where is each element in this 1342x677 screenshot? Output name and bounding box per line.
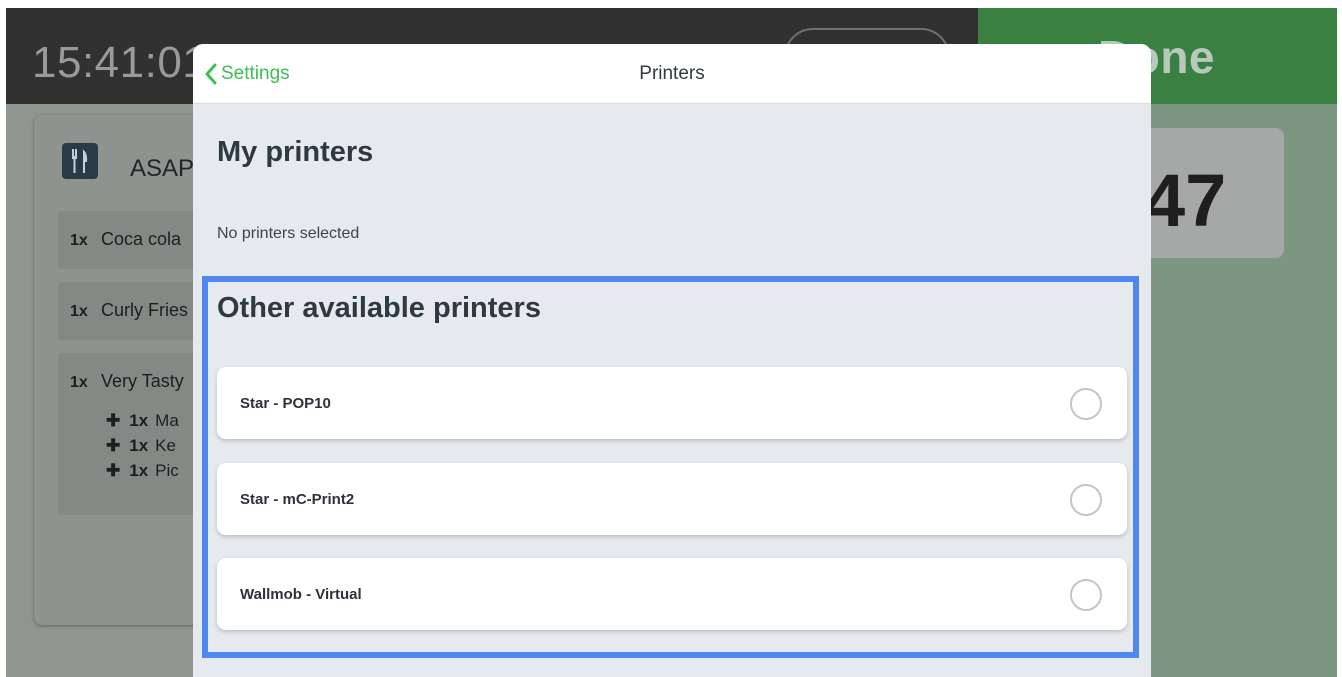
printer-row-wallmob-virtual[interactable]: Wallmob - Virtual <box>217 558 1127 630</box>
modifier-name: Ma <box>155 411 179 430</box>
printer-name: Star - POP10 <box>240 395 331 412</box>
order-line-name: Very Tasty <box>101 371 184 391</box>
clock: 15:41:01 <box>32 38 208 87</box>
printers-modal: Settings Printers My printers No printer… <box>193 44 1151 677</box>
printer-name: Wallmob - Virtual <box>240 586 362 603</box>
modifier-line: ✚ 1x Ma <box>106 411 179 431</box>
order-line-name: Curly Fries <box>101 300 189 320</box>
plus-icon: ✚ <box>106 411 121 430</box>
modifier-qty: 1x <box>129 411 149 430</box>
no-printers-text: No printers selected <box>217 225 360 242</box>
plus-icon: ✚ <box>106 461 121 480</box>
printer-row-star-mc-print2[interactable]: Star - mC-Print2 <box>217 463 1127 535</box>
order-line-qty: 1x <box>70 374 88 391</box>
printer-row-star-pop10[interactable]: Star - POP10 <box>217 367 1127 439</box>
other-printers-heading: Other available printers <box>217 292 541 324</box>
app-screen: 15:41:01 Done 47 ASAP 1x Coca cola 1x Cu… <box>6 8 1337 677</box>
order-number: 47 <box>1144 159 1227 242</box>
modal-header: Settings Printers <box>193 44 1151 104</box>
order-line-qty: 1x <box>70 232 88 249</box>
modifier-qty: 1x <box>129 436 149 455</box>
order-line-name: Coca cola <box>101 229 182 249</box>
printer-select-radio[interactable] <box>1070 579 1102 611</box>
printer-name: Star - mC-Print2 <box>240 491 355 508</box>
modifier-line: ✚ 1x Pic <box>106 461 179 481</box>
order-type-label: ASAP <box>130 155 195 182</box>
modifier-qty: 1x <box>129 461 149 480</box>
printer-select-radio[interactable] <box>1070 388 1102 420</box>
modal-title: Printers <box>639 63 705 84</box>
modifier-name: Pic <box>155 461 179 480</box>
cutlery-icon <box>62 143 98 179</box>
my-printers-heading: My printers <box>217 136 374 168</box>
modifier-name: Ke <box>155 436 176 455</box>
modifier-line: ✚ 1x Ke <box>106 436 176 456</box>
printer-select-radio[interactable] <box>1070 484 1102 516</box>
plus-icon: ✚ <box>106 436 121 455</box>
order-line-qty: 1x <box>70 303 88 320</box>
